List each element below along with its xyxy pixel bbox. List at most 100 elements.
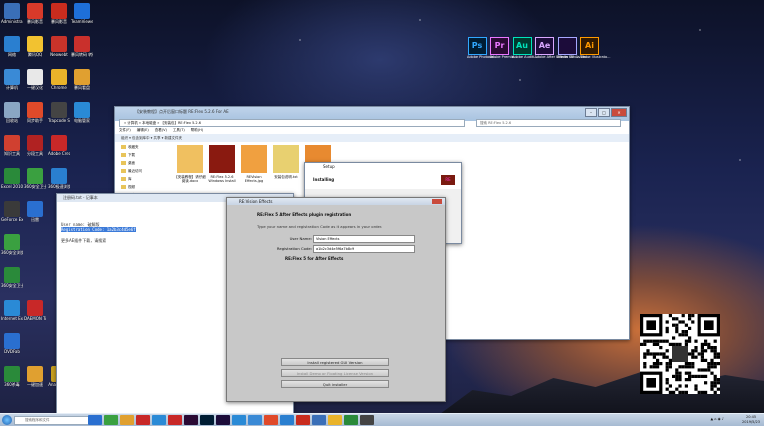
desktop-icon[interactable]: 360杀毒: [1, 366, 23, 387]
close-button[interactable]: ✕: [611, 108, 627, 117]
menu-item[interactable]: 文件(F): [119, 128, 131, 133]
nav-item[interactable]: 库: [119, 175, 169, 183]
dialog-close-button[interactable]: [432, 199, 442, 204]
desktop-icon[interactable]: Chrome: [48, 69, 70, 90]
taskbar-app-icon[interactable]: [232, 415, 246, 425]
qr-logo: [672, 346, 688, 362]
desktop-icon[interactable]: Excel 2010 新建工具: [1, 168, 23, 189]
file-item[interactable]: RE:Flex 5.2.6 Windows Install: [205, 145, 239, 183]
nav-item[interactable]: 最近访问: [119, 167, 169, 175]
desktop-icon[interactable]: 360安全卫士: [24, 168, 46, 189]
install-demo-button[interactable]: Install Demo or Floating License Version: [281, 369, 389, 377]
desktop-icon[interactable]: Neowebt: [48, 36, 70, 57]
taskbar-app-icon[interactable]: [248, 415, 262, 425]
desktop-icon[interactable]: DVDFab: [1, 333, 23, 354]
desktop-icon[interactable]: 360极速浏览器: [48, 168, 70, 189]
menu-item[interactable]: 工具(T): [173, 128, 185, 133]
start-button[interactable]: [2, 415, 12, 425]
desktop-icon[interactable]: 分段工具: [24, 135, 46, 156]
qr-module: [668, 314, 672, 318]
desktop-icon-label: 一键汉化: [27, 85, 43, 90]
system-tray[interactable]: ▲ ⌂ ◉ ♪: [710, 417, 724, 421]
desktop-icon[interactable]: DAEMON Tools Lite: [24, 300, 46, 321]
desktop-icon[interactable]: TeamViewer 14: [71, 3, 93, 24]
menu-item[interactable]: 查看(V): [155, 128, 167, 133]
menu-item[interactable]: 帮助(H): [191, 128, 203, 133]
taskbar-app-icon[interactable]: [360, 415, 374, 425]
adobe-app-shortcut[interactable]: Ps Adobe Photosh...: [467, 37, 497, 59]
taskbar-app-icon[interactable]: [312, 415, 326, 425]
qr-module: [684, 365, 688, 369]
taskbar-app-icon[interactable]: [200, 415, 214, 425]
address-bar[interactable]: « 计算机 » 本地磁盘 » 【安装包】RE:Flex 5.2.6: [119, 119, 465, 127]
quit-installer-button[interactable]: Quit installer: [281, 380, 389, 388]
taskbar-search-input[interactable]: 搜索程序和文件: [14, 416, 94, 425]
nav-item[interactable]: 下载: [119, 151, 169, 159]
adobe-app-shortcut[interactable]: Ai Adobe Illustrato...: [580, 37, 610, 59]
desktop-icon[interactable]: 暴风影音: [24, 3, 46, 24]
file-item[interactable]: 安装包说明.txt: [269, 145, 303, 179]
desktop-icon[interactable]: 迅雷: [24, 201, 46, 222]
desktop-icon[interactable]: 同步助手: [24, 102, 46, 123]
taskbar-app-icon[interactable]: [120, 415, 134, 425]
maximize-button[interactable]: □: [598, 108, 610, 117]
taskbar-app-icon[interactable]: [152, 415, 166, 425]
qr-module: [700, 368, 704, 372]
qr-module: [675, 368, 679, 372]
desktop-icon[interactable]: 一键加速: [24, 366, 46, 387]
taskbar-app-icon[interactable]: [184, 415, 198, 425]
desktop-icon[interactable]: 360安全浏览: [1, 234, 23, 255]
desktop-icon[interactable]: Trapcode Suite 13.1...: [48, 102, 70, 123]
app-icon: [51, 168, 67, 184]
install-registered-button[interactable]: Install registered GUI Version: [281, 358, 389, 366]
file-item[interactable]: REVision Effects.jpg: [237, 145, 271, 183]
desktop-icon[interactable]: 知识工具: [1, 135, 23, 156]
desktop-icon[interactable]: 暴风看盘: [71, 69, 93, 90]
taskbar-app-icon[interactable]: [280, 415, 294, 425]
taskbar-app-icon[interactable]: [168, 415, 182, 425]
minimize-button[interactable]: –: [585, 108, 597, 117]
adobe-app-shortcut[interactable]: Ae Adobe After Effects CC ...: [535, 37, 579, 59]
desktop-icon[interactable]: 一键汉化: [24, 69, 46, 90]
desktop-icon[interactable]: 360安全卫士: [1, 267, 23, 288]
desktop-icon[interactable]: 腾讯QQ: [24, 36, 46, 57]
app-icon: [74, 3, 90, 19]
desktop-icon[interactable]: Administra...: [1, 3, 23, 24]
desktop-icon[interactable]: 回收站: [1, 102, 23, 123]
desktop-icon[interactable]: 计算机: [1, 69, 23, 90]
menu-item[interactable]: 编辑(E): [137, 128, 149, 133]
file-item[interactable]: 【安装教程】请仔细阅读.docx: [173, 145, 207, 183]
nav-item[interactable]: 桌面: [119, 159, 169, 167]
desktop-icon[interactable]: Adobe Creati...: [48, 135, 70, 156]
adobe-app-shortcut[interactable]: Pr Adobe Premie...: [490, 37, 517, 59]
taskbar-app-icon[interactable]: [296, 415, 310, 425]
taskbar-app-icon[interactable]: [104, 415, 118, 425]
explorer-toolbar[interactable]: 组织 ▾ 包含到库中 ▾ 共享 ▾ 新建文件夹: [115, 134, 629, 142]
qr-module: [700, 374, 704, 378]
desktop-icon[interactable]: 暴风影音: [48, 3, 70, 24]
taskbar-app-icon[interactable]: [264, 415, 278, 425]
desktop-icon[interactable]: 网络: [1, 36, 23, 57]
adobe-app-shortcut[interactable]: Au Adobe Auditi...: [512, 37, 538, 59]
adobe-app-shortcut[interactable]: Adobe Media Enc...: [557, 37, 591, 59]
desktop-icon[interactable]: GeForce Experience: [1, 201, 23, 222]
taskbar-app-icon[interactable]: [216, 415, 230, 425]
qr-module: [691, 349, 695, 353]
clock[interactable]: 20:45 2019/5/23: [742, 415, 760, 424]
search-input[interactable]: 搜索 RE:Flex 5.2.6: [476, 119, 621, 127]
qr-module: [662, 352, 666, 356]
desktop-icon[interactable]: 暴风转码 转码: [71, 36, 93, 57]
qr-module: [688, 374, 692, 378]
taskbar-app-icon[interactable]: [136, 415, 150, 425]
nav-item[interactable]: 收藏夹: [119, 143, 169, 151]
qr-module: [691, 365, 695, 369]
registration-code-field[interactable]: [313, 245, 415, 253]
user-name-field[interactable]: [313, 235, 415, 243]
taskbar-app-icon[interactable]: [88, 415, 102, 425]
desktop-icon[interactable]: Internet Explorer: [1, 300, 23, 321]
app-icon: [4, 102, 20, 118]
taskbar-app-icon[interactable]: [328, 415, 342, 425]
desktop-icon[interactable]: 电脑管家: [71, 102, 93, 123]
taskbar-app-icon[interactable]: [344, 415, 358, 425]
nav-item[interactable]: 视频: [119, 183, 169, 191]
